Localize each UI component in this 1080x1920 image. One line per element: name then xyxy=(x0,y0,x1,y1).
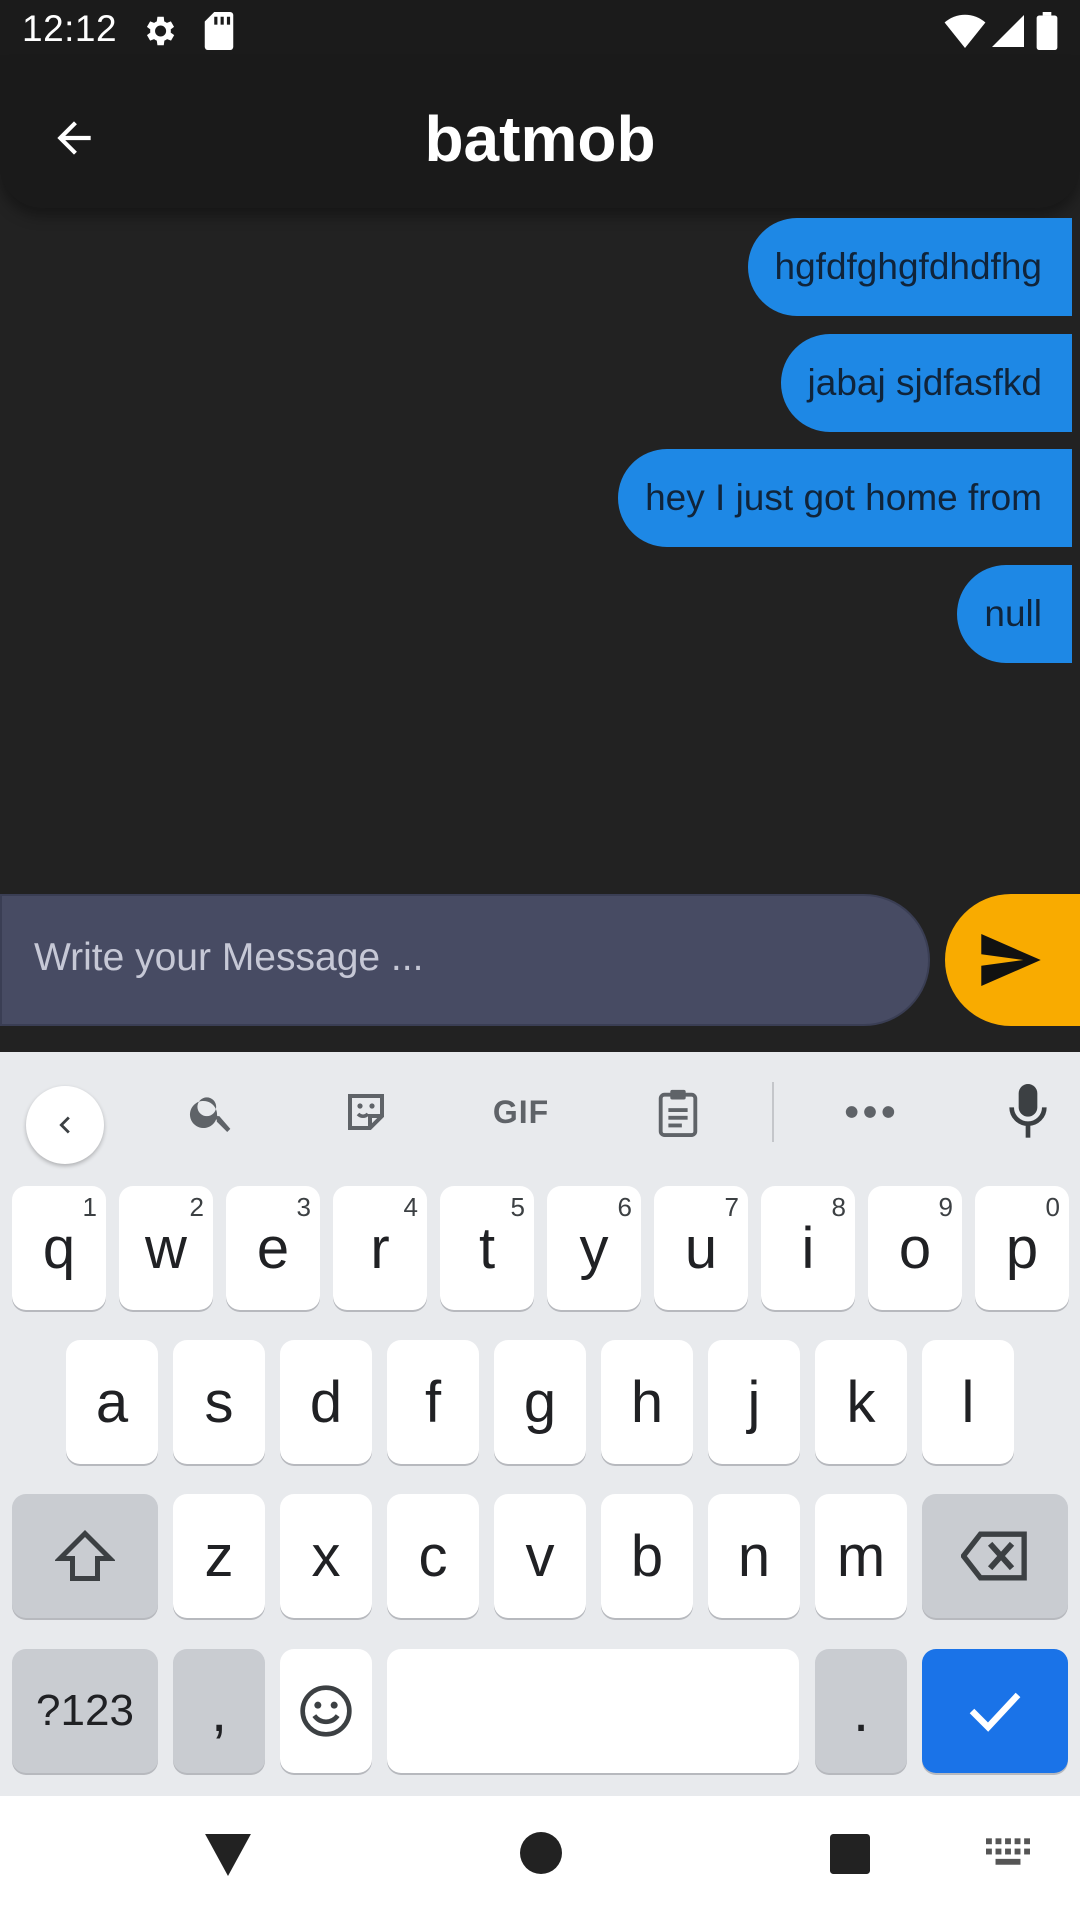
message-bubble[interactable]: hgfdfghgfdhdfhg xyxy=(747,218,1072,316)
check-icon xyxy=(969,1692,1021,1732)
keyboard-toolbar: GIF xyxy=(0,1052,1080,1168)
key-y[interactable]: y6 xyxy=(547,1186,641,1310)
comma-key[interactable]: , xyxy=(173,1649,265,1773)
period-key[interactable]: . xyxy=(815,1649,907,1773)
emoji-icon xyxy=(300,1685,352,1737)
shift-key[interactable] xyxy=(12,1494,158,1618)
key-e[interactable]: e3 xyxy=(226,1186,320,1310)
search-icon[interactable] xyxy=(180,1080,244,1144)
key-i[interactable]: i8 xyxy=(761,1186,855,1310)
chevron-left-icon xyxy=(59,1116,70,1134)
sticker-icon[interactable] xyxy=(334,1080,398,1144)
backspace-key[interactable] xyxy=(922,1494,1068,1618)
key-o[interactable]: o9 xyxy=(868,1186,962,1310)
more-icon[interactable] xyxy=(838,1080,902,1144)
clipboard-icon[interactable] xyxy=(646,1080,710,1144)
chat-screen: 12:12 batmob hgfdfghgfdhdfhg jabaj sjdfa… xyxy=(0,0,1080,1920)
key-q[interactable]: q1 xyxy=(12,1186,106,1310)
key-r[interactable]: r4 xyxy=(333,1186,427,1310)
key-j[interactable]: j xyxy=(708,1340,800,1464)
signal-icon xyxy=(992,14,1024,53)
keyboard-switch-icon[interactable] xyxy=(986,1838,1030,1873)
wifi-icon xyxy=(944,14,986,53)
key-u[interactable]: u7 xyxy=(654,1186,748,1310)
key-p[interactable]: p0 xyxy=(975,1186,1069,1310)
status-bar: 12:12 xyxy=(0,0,1080,62)
toolbar-divider xyxy=(772,1082,774,1142)
recents-square-icon[interactable] xyxy=(830,1834,870,1879)
key-l[interactable]: l xyxy=(922,1340,1014,1464)
key-v[interactable]: v xyxy=(494,1494,586,1618)
key-c[interactable]: c xyxy=(387,1494,479,1618)
status-time: 12:12 xyxy=(22,8,118,49)
key-a[interactable]: a xyxy=(66,1340,158,1464)
key-z[interactable]: z xyxy=(173,1494,265,1618)
page-title: batmob xyxy=(424,103,656,175)
message-bubble[interactable]: jabaj sjdfasfkd xyxy=(780,334,1072,432)
key-t[interactable]: t5 xyxy=(440,1186,534,1310)
key-k[interactable]: k xyxy=(815,1340,907,1464)
send-button[interactable] xyxy=(945,894,1080,1026)
key-n[interactable]: n xyxy=(708,1494,800,1618)
home-circle-icon[interactable] xyxy=(520,1832,562,1879)
key-x[interactable]: x xyxy=(280,1494,372,1618)
key-d[interactable]: d xyxy=(280,1340,372,1464)
battery-icon xyxy=(1036,12,1058,55)
message-input-placeholder: Write your Message ... xyxy=(34,936,424,979)
gif-icon[interactable]: GIF xyxy=(486,1080,556,1144)
key-f[interactable]: f xyxy=(387,1340,479,1464)
key-g[interactable]: g xyxy=(494,1340,586,1464)
sd-card-icon xyxy=(204,12,234,55)
send-icon xyxy=(981,934,1041,986)
app-bar: batmob xyxy=(0,62,1080,208)
emoji-key[interactable] xyxy=(280,1649,372,1773)
key-w[interactable]: w2 xyxy=(119,1186,213,1310)
shift-icon xyxy=(55,1529,115,1581)
soft-keyboard: GIF q1 w2 e3 r4 t5 y6 u7 i8 o9 p0 a s d … xyxy=(0,1052,1080,1796)
nav-bar xyxy=(0,1796,1080,1920)
enter-key[interactable] xyxy=(922,1649,1068,1773)
mic-icon[interactable] xyxy=(996,1080,1060,1144)
key-s[interactable]: s xyxy=(173,1340,265,1464)
key-h[interactable]: h xyxy=(601,1340,693,1464)
key-b[interactable]: b xyxy=(601,1494,693,1618)
key-m[interactable]: m xyxy=(815,1494,907,1618)
space-key[interactable] xyxy=(387,1649,799,1773)
backspace-icon xyxy=(961,1531,1027,1581)
gear-icon xyxy=(140,12,178,55)
back-triangle-icon[interactable] xyxy=(205,1834,251,1881)
message-input[interactable]: Write your Message ... xyxy=(0,894,930,1026)
keyboard-collapse-button[interactable] xyxy=(26,1086,104,1164)
symbols-key[interactable]: ?123 xyxy=(12,1649,158,1773)
message-bubble[interactable]: hey I just got home from xyxy=(618,449,1072,547)
message-bubble[interactable]: null xyxy=(957,565,1072,663)
